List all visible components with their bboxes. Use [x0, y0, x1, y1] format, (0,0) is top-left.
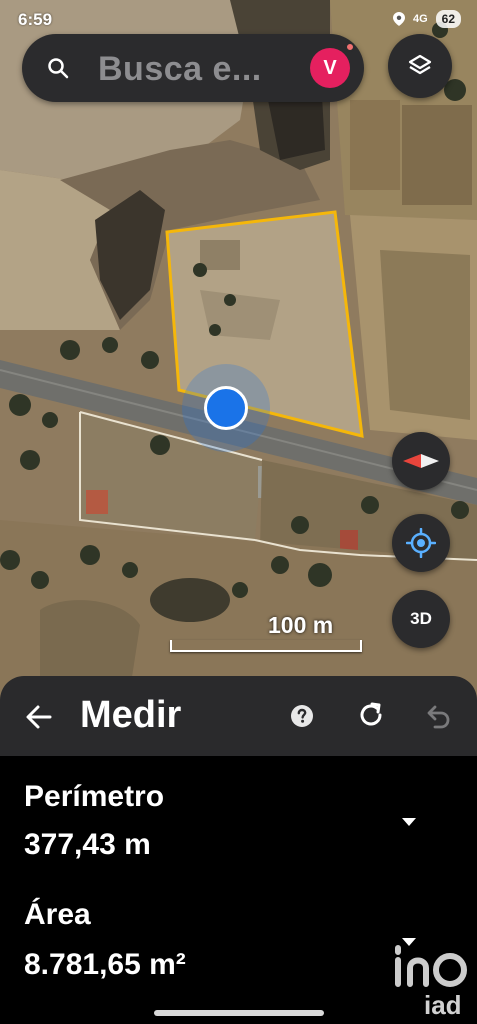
layers-button[interactable]	[388, 34, 452, 98]
measure-toolbar: Medir	[0, 676, 477, 756]
undo-icon[interactable]	[424, 702, 452, 730]
location-status-icon	[392, 12, 405, 26]
area-label: Área	[24, 898, 91, 931]
measure-title: Medir	[80, 694, 182, 736]
perimeter-label: Perímetro	[24, 780, 165, 813]
network-type: 4G	[412, 13, 428, 25]
search-input[interactable]: Busca e...	[98, 50, 262, 89]
account-avatar[interactable]: V	[310, 48, 350, 88]
current-location-marker	[204, 386, 248, 430]
status-bar: 6:59 4G 62	[0, 0, 477, 36]
my-location-button[interactable]	[392, 514, 450, 572]
scale-label: 100 m	[268, 612, 334, 638]
reset-icon[interactable]	[356, 700, 386, 730]
help-icon[interactable]	[290, 704, 314, 728]
search-icon	[48, 58, 69, 79]
status-time: 6:59	[18, 10, 53, 29]
avatar-letter: V	[323, 56, 337, 79]
battery-level: 62	[435, 10, 461, 28]
compass-button[interactable]	[392, 432, 450, 490]
notification-dot	[345, 42, 355, 52]
home-indicator[interactable]	[154, 1010, 324, 1016]
3d-toggle-button[interactable]: 3D	[392, 590, 450, 648]
scale-bar	[170, 640, 362, 652]
area-value: 8.781,65 m²	[24, 948, 186, 981]
watermark-text: iad	[424, 990, 462, 1020]
status-indicators: 4G 62	[392, 10, 461, 28]
layers-icon	[408, 54, 432, 75]
compass-icon	[403, 454, 439, 468]
satellite-map[interactable]: 6:59 4G 62 Busca e... V 3D 100 m	[0, 0, 477, 700]
my-location-icon	[406, 528, 436, 558]
3d-label: 3D	[410, 609, 432, 628]
search-bar[interactable]: Busca e... V	[22, 34, 364, 102]
perimeter-chevron-down-icon[interactable]	[400, 816, 418, 828]
perimeter-value: 377,43 m	[24, 828, 151, 861]
back-arrow-icon[interactable]	[24, 702, 54, 732]
